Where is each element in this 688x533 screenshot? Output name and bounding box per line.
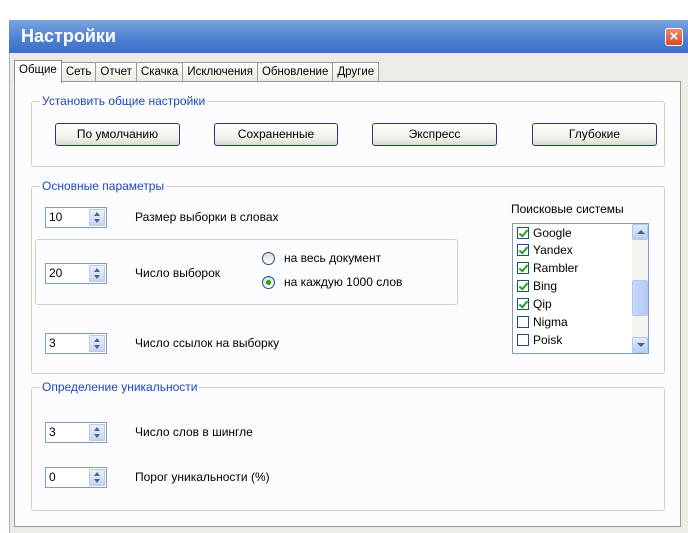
links-per-sample-label: Число ссылок на выборку	[135, 336, 280, 350]
checkbox-bing[interactable]	[517, 280, 529, 292]
express-button[interactable]: Экспресс	[372, 123, 497, 146]
list-item-label: Bing	[533, 279, 558, 293]
defaults-button[interactable]: По умолчанию	[55, 123, 180, 146]
list-item-label: Rambler	[533, 261, 579, 275]
uniqueness-legend: Определение уникальности	[40, 380, 200, 394]
main-params-legend: Основные параметры	[40, 179, 167, 193]
search-engines-list[interactable]: Google Yandex Rambler Bing Qip Nigma Poi…	[512, 223, 649, 354]
uniqueness-threshold-label: Порог уникальности (%)	[135, 470, 270, 484]
list-item-label: Qip	[533, 297, 552, 311]
tab-general[interactable]: Общие	[14, 60, 62, 83]
checkbox-qip[interactable]	[517, 298, 529, 310]
sample-size-label: Размер выборки в словах	[135, 210, 279, 224]
tab-exclusions[interactable]: Исключения	[182, 62, 258, 82]
scroll-down-icon[interactable]	[632, 337, 648, 353]
list-item[interactable]: Qip	[517, 297, 552, 313]
general-settings-legend: Установить общие настройки	[40, 94, 208, 108]
radio-per-1000-words-label[interactable]: на каждую 1000 слов	[284, 275, 402, 289]
tab-strip: Общие Сеть Отчет Скачка Исключения Обнов…	[14, 60, 380, 83]
spin-arrows-icon[interactable]	[89, 469, 105, 486]
scroll-thumb[interactable]	[632, 280, 648, 316]
tab-report[interactable]: Отчет	[95, 62, 137, 82]
uniqueness-threshold-value: 0	[49, 470, 56, 484]
close-icon: ×	[669, 28, 679, 45]
saved-button[interactable]: Сохраненные	[214, 123, 338, 146]
radio-whole-document-label[interactable]: на весь документ	[284, 251, 381, 265]
tab-download[interactable]: Скачка	[135, 62, 184, 82]
sample-count-stepper[interactable]: 20	[45, 263, 107, 284]
search-engines-label: Поисковые системы	[511, 202, 624, 216]
sample-count-subgroup: 20 Число выборок на весь документ на каж…	[35, 239, 458, 305]
list-item-label: Nigma	[533, 315, 568, 329]
tab-other[interactable]: Другие	[332, 62, 380, 82]
list-item[interactable]: Yandex	[517, 243, 573, 259]
list-item[interactable]: Google	[517, 226, 572, 242]
close-button[interactable]: ×	[665, 28, 683, 46]
list-item[interactable]: Nigma	[517, 315, 568, 331]
tab-panel-general: Установить общие настройки По умолчанию …	[14, 81, 681, 527]
title-bar[interactable]: Настройки ×	[9, 20, 688, 53]
tab-network[interactable]: Сеть	[60, 62, 97, 82]
sample-count-label: Число выборок	[135, 266, 220, 280]
shingle-words-stepper[interactable]: 3	[45, 422, 107, 443]
list-item-label: Poisk	[533, 333, 563, 347]
links-per-sample-stepper[interactable]: 3	[45, 333, 107, 354]
list-item-label: Google	[533, 226, 572, 240]
uniqueness-group: Определение уникальности 3 Число слов в …	[31, 380, 665, 511]
shingle-words-label: Число слов в шингле	[135, 425, 253, 439]
scroll-up-icon[interactable]	[632, 224, 648, 240]
list-scrollbar[interactable]	[632, 224, 648, 353]
checkbox-yandex[interactable]	[517, 244, 529, 256]
radio-per-1000-words[interactable]	[262, 276, 275, 289]
spin-arrows-icon[interactable]	[89, 424, 105, 441]
general-settings-group: Установить общие настройки По умолчанию …	[31, 94, 665, 167]
spin-arrows-icon[interactable]	[89, 335, 105, 352]
shingle-words-value: 3	[49, 425, 56, 439]
sample-count-value: 20	[49, 266, 63, 280]
spin-arrows-icon[interactable]	[89, 209, 105, 226]
sample-size-value: 10	[49, 210, 63, 224]
spin-arrows-icon[interactable]	[89, 265, 105, 282]
list-item[interactable]: Poisk	[517, 333, 562, 349]
sample-size-stepper[interactable]: 10	[45, 207, 107, 228]
checkbox-nigma[interactable]	[517, 316, 529, 328]
window-title: Настройки	[21, 26, 116, 46]
links-per-sample-value: 3	[49, 336, 56, 350]
tab-update[interactable]: Обновление	[256, 62, 334, 82]
checkbox-rambler[interactable]	[517, 262, 529, 274]
deep-button[interactable]: Глубокие	[532, 123, 657, 146]
list-item[interactable]: Bing	[517, 279, 557, 295]
uniqueness-threshold-stepper[interactable]: 0	[45, 467, 107, 488]
checkbox-google[interactable]	[517, 227, 529, 239]
radio-whole-document[interactable]	[262, 252, 275, 265]
list-item-label: Yandex	[533, 243, 573, 257]
checkbox-poisk[interactable]	[517, 334, 529, 346]
list-item[interactable]: Rambler	[517, 261, 578, 277]
